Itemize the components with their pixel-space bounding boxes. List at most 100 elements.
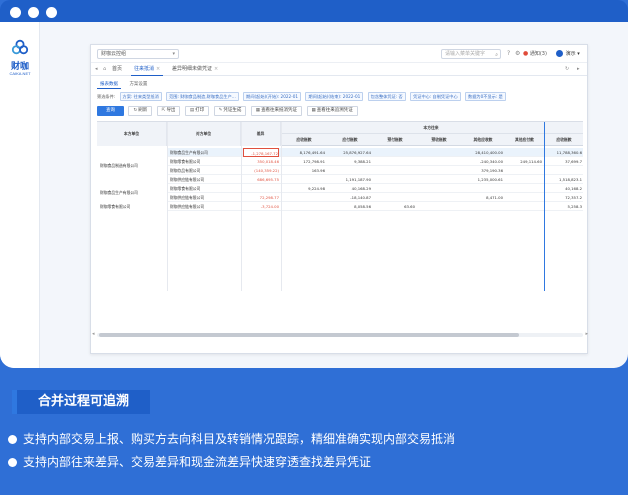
tab-scroll-left-icon[interactable]: ◂ (95, 65, 98, 74)
table-row[interactable]: 财咖食品生产有限公司 -1,278,167.72 8,176,491.64 25,87… (97, 148, 583, 157)
menu-search-input[interactable]: 请输入菜单关键字 ⌕ (441, 49, 501, 59)
amount-cell: 72,357.2 (565, 195, 582, 200)
diff-cell[interactable]: 350,018.46 (243, 157, 279, 166)
tab-home-label: 首页 (112, 66, 123, 72)
amount-cell (417, 166, 459, 175)
diff-cell[interactable]: -3,724.00 (243, 202, 279, 211)
voucher-icon: ✎ (218, 108, 223, 113)
refresh-button[interactable]: ↻刷新 (128, 106, 153, 116)
brand-logo-icon (11, 39, 29, 55)
filter-chip[interactable]: 凭证中心: 自制凭证中心 (410, 92, 461, 101)
close-icon[interactable]: × (156, 66, 160, 72)
make-voucher-button[interactable]: ✎凭证生成 (213, 106, 247, 116)
subtab-report-data[interactable]: 报表数据 (97, 80, 121, 89)
amount-cell (417, 175, 459, 184)
scroll-right-icon[interactable]: ▸ (585, 331, 588, 337)
view-internal-voucher-button[interactable]: ▦查看往来抵消凭证 (250, 106, 303, 116)
toolbar: 查询 ↻刷新 ⇱导出 ▤打印 ✎凭证生成 ▦查看往来抵消凭证 ▦查看往来追溯凭证 (97, 106, 361, 117)
amount-cell (373, 193, 415, 202)
tab-home[interactable]: 首页 (109, 65, 125, 76)
query-button[interactable]: 查询 (97, 106, 124, 116)
amount-cell (505, 184, 542, 193)
header-self-group: 本方往来 (423, 125, 439, 130)
window-dot-3 (46, 7, 57, 18)
counter-unit-cell: 财咖零食有限公司 (170, 159, 201, 164)
print-icon: ▤ (189, 108, 195, 113)
amount-cell (373, 157, 415, 166)
bell-icon: ● (523, 50, 529, 57)
user-menu[interactable]: 演示 ▾ (556, 49, 580, 59)
header-ap: 应付账款 (342, 137, 358, 142)
feature-bullet-text: 支持内部交易上报、购买方去向科目及转销情况跟踪，精细准确实现内部交易抵消 (23, 432, 456, 446)
feature-bullet-text: 支持内部往来差异、交易差异和现金流差异快速穿透查找差异凭证 (23, 455, 372, 469)
bullet-dot-icon (8, 458, 17, 467)
org-select-value: 财咖云控组 (101, 51, 127, 57)
header-last: 应收账款 (556, 137, 572, 142)
amount-cell (417, 193, 459, 202)
diff-cell[interactable] (243, 184, 279, 193)
amount-cell: 5,258.3 (567, 204, 583, 209)
feature-bullet: 支持内部往来差异、交易差异和现金流差异快速穿透查找差异凭证 (8, 452, 371, 472)
tab-offset[interactable]: 往来抵消 × (131, 65, 164, 76)
export-button[interactable]: ⇱导出 (156, 106, 181, 116)
notice-label: 通知(3) (529, 51, 547, 57)
notice-button[interactable]: ● 通知(3) (523, 49, 547, 59)
filter-chip[interactable]: 期间(起始)(开始): 2022-01 (243, 92, 302, 101)
home-icon[interactable]: ⌂ (103, 65, 106, 74)
print-label: 打印 (195, 108, 205, 113)
counter-unit-cell: 财咖食品生产有限公司 (170, 150, 208, 155)
table-row[interactable]: 财咖供应链有限公司 -3,724.00 8,058.56 63.60 5,258.3 (97, 202, 583, 211)
scroll-left-icon[interactable]: ◂ (92, 331, 95, 337)
amount-cell: 63.60 (404, 204, 415, 209)
header-ar: 应收账款 (296, 137, 312, 142)
amount-cell: -18,140.87 (350, 195, 371, 200)
diff-cell[interactable]: 72,298.77 (243, 193, 279, 202)
scrollbar-thumb[interactable] (99, 333, 519, 337)
amount-cell: 28,410,400.00 (475, 150, 503, 155)
filter-chip[interactable]: 数据为0不显示: 是 (465, 92, 506, 101)
counter-unit-cell: 财咖供应链有限公司 (170, 177, 205, 182)
table-row[interactable]: 财咖零食有限公司 350,018.46 172,798.91 9,388.21 -240… (97, 157, 583, 166)
filter-chip[interactable]: 范围: 财咖食品制造,财咖食品生产... (166, 92, 239, 101)
view-trace-voucher-button[interactable]: ▦查看往来追溯凭证 (306, 106, 358, 116)
tab-diff-detail[interactable]: 差异明细未做凭证 × (169, 65, 221, 76)
counter-unit-cell: 财咖饮品有限公司 (170, 168, 201, 173)
subtab-scheme-settings[interactable]: 方案设置 (126, 80, 150, 88)
brand-logo-sub: CAIKA.NET (9, 71, 31, 76)
table-row[interactable]: 财咖供应链有限公司 72,298.77 -18,140.87 8,471.00 72,3… (97, 193, 583, 202)
view-internal-label: 查看往来抵消凭证 (261, 108, 298, 113)
filter-chip[interactable]: 方案: 往来类型抵消 (119, 92, 162, 101)
table-row[interactable]: 财咖零食有限公司 9,224.98 40,168.29 40,168.2 (97, 184, 583, 193)
close-icon[interactable]: × (214, 66, 218, 72)
refresh-icon[interactable]: ↻ (565, 65, 569, 74)
document-icon: ▦ (255, 108, 261, 113)
counter-unit-cell: 财咖零食有限公司 (170, 186, 201, 191)
header-diff: 差异 (241, 122, 281, 146)
offset-table: 本方单位 对方单位 差异 本方往来 应收账款 应付账款 预付账款 预收账款 其他… (97, 121, 583, 291)
print-button[interactable]: ▤打印 (184, 106, 210, 116)
refresh-icon: ↻ (133, 108, 138, 113)
header-other-recv: 其他应收款 (473, 137, 493, 142)
window-dot-1 (10, 7, 21, 18)
diff-cell[interactable]: 686,695.75 (243, 175, 279, 184)
self-unit-cell: 财咖零食有限公司 (97, 202, 167, 211)
filter-chip[interactable]: 期间(起始)(结束): 2022-01 (305, 92, 364, 101)
horizontal-scrollbar[interactable]: ◂ ▸ (92, 331, 588, 337)
tab-scroll-right-icon[interactable]: ▸ (577, 65, 580, 74)
amount-cell: 249,114.60 (520, 159, 542, 164)
amount-cell (281, 175, 325, 184)
column-resize-handle[interactable] (544, 122, 545, 291)
amount-cell (505, 193, 542, 202)
filter-chip[interactable]: 包含整体凭证: 否 (367, 92, 406, 101)
org-select[interactable]: 财咖云控组 ▾ (97, 49, 179, 59)
help-icon[interactable]: ? (507, 49, 510, 59)
settings-icon[interactable]: ⚙ (515, 49, 520, 59)
diff-cell[interactable]: (140,359.22) (243, 166, 279, 175)
amount-cell: 25,876,927.64 (343, 150, 371, 155)
search-icon[interactable]: ⌕ (495, 51, 498, 59)
table-row[interactable]: 财咖供应链有限公司 686,695.75 1,191,187.90 1,235,000… (97, 175, 583, 184)
diff-cell[interactable]: -1,278,167.72 (243, 148, 279, 157)
app-header: 财咖云控组 ▾ 请输入菜单关键字 ⌕ ? ⚙ ● 通知(3) 演示 ▾ (91, 45, 587, 63)
avatar (556, 50, 563, 57)
table-row[interactable]: 财咖饮品有限公司 (140,359.22) 163.96 379,190.36 (97, 166, 583, 175)
